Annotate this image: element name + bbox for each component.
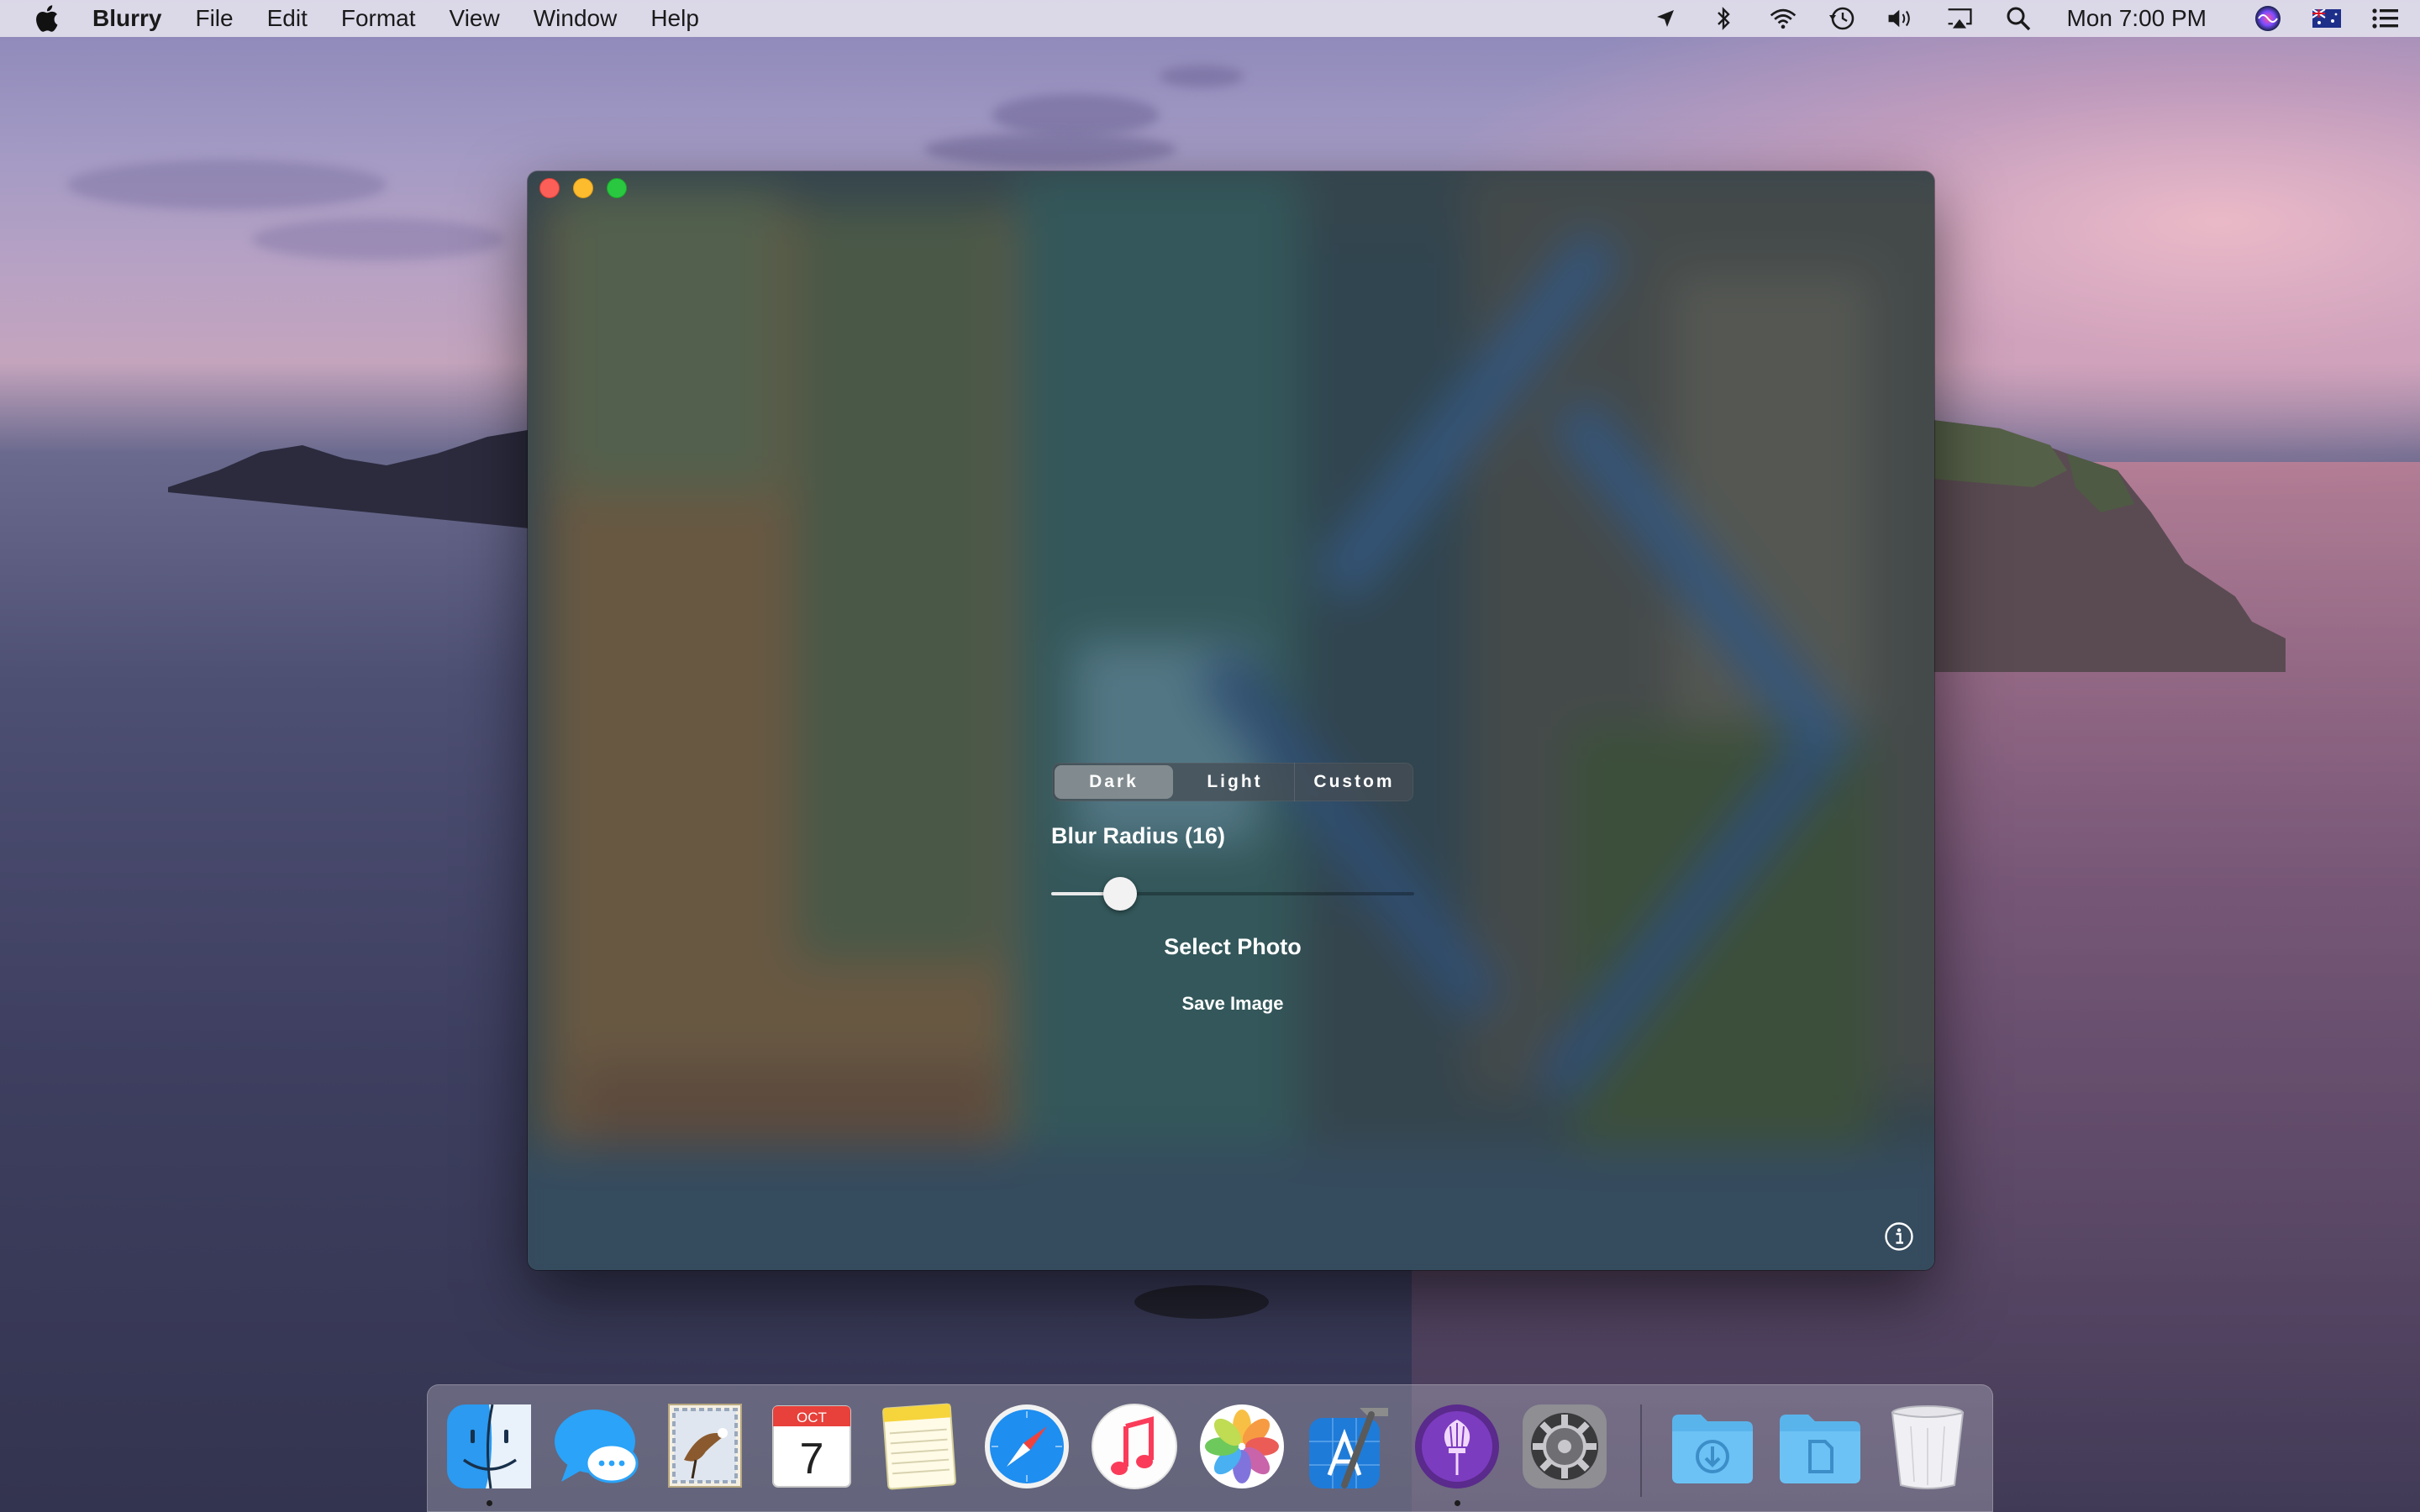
blur-radius-label: Blur Radius (16) (1051, 823, 1226, 848)
running-indicator (487, 1500, 492, 1506)
xcode-icon (1309, 1408, 1388, 1488)
mail-icon (668, 1404, 742, 1488)
dock-item-blurry[interactable] (1412, 1401, 1502, 1506)
svg-text:OCT: OCT (797, 1410, 827, 1425)
blurry-icon (1415, 1404, 1499, 1488)
finder-icon (447, 1404, 531, 1489)
menu-bar: Blurry File Edit Format View Window Help… (0, 0, 2420, 37)
calendar-icon: OCT 7 (772, 1405, 851, 1488)
dock-item-system-preferences[interactable] (1519, 1401, 1610, 1492)
spotlight-icon[interactable] (2004, 4, 2033, 33)
close-button[interactable] (539, 178, 560, 198)
time-machine-icon[interactable] (1828, 4, 1856, 33)
running-indicator (1455, 1500, 1460, 1506)
select-photo-button[interactable]: Select Photo (1052, 934, 1413, 960)
dock-item-music[interactable] (1089, 1401, 1180, 1492)
dock-item-trash[interactable] (1882, 1401, 1973, 1492)
menu-format[interactable]: Format (341, 5, 416, 32)
blurry-window (528, 171, 1934, 1270)
notification-center-icon[interactable] (2371, 4, 2400, 33)
appearance-mode-segmented-control: Dark Light Custom (1052, 763, 1413, 801)
mode-custom-segment[interactable]: Custom (1295, 763, 1413, 801)
status-area: Mon 7:00 PM (1621, 0, 2400, 37)
svg-text:7: 7 (800, 1435, 824, 1483)
documents-folder-icon (1780, 1415, 1860, 1483)
dock-item-notes[interactable] (874, 1401, 965, 1492)
volume-icon[interactable] (1886, 4, 1915, 33)
dock-item-finder[interactable] (444, 1401, 534, 1506)
safari-icon (985, 1404, 1069, 1488)
dock-item-photos[interactable] (1197, 1401, 1287, 1492)
trash-icon (1891, 1405, 1965, 1489)
minimize-button[interactable] (573, 178, 593, 198)
dock: OCT 7 (427, 1384, 1993, 1512)
dock-item-calendar[interactable]: OCT 7 (766, 1401, 857, 1492)
notes-icon (882, 1403, 956, 1490)
airplay-icon[interactable] (1945, 4, 1974, 33)
dock-item-messages[interactable] (551, 1401, 642, 1492)
menu-help[interactable]: Help (650, 5, 699, 32)
music-icon (1092, 1404, 1177, 1489)
menu-clock[interactable]: Mon 7:00 PM (2066, 5, 2207, 32)
dock-item-documents[interactable] (1775, 1401, 1865, 1492)
info-icon[interactable] (1884, 1221, 1914, 1252)
menu-view[interactable]: View (450, 5, 500, 32)
downloads-folder-icon (1672, 1415, 1753, 1483)
menu-window[interactable]: Window (534, 5, 618, 32)
slider-knob[interactable] (1103, 877, 1138, 911)
save-image-button[interactable]: Save Image (1052, 993, 1413, 1015)
right-headland (1933, 420, 2286, 672)
location-icon[interactable] (1651, 4, 1680, 33)
input-source-flag-icon[interactable] (2312, 4, 2341, 33)
dock-item-downloads[interactable] (1667, 1401, 1758, 1492)
messages-icon (555, 1410, 639, 1483)
dock-item-safari[interactable] (981, 1401, 1072, 1492)
left-island (168, 428, 538, 529)
siri-icon[interactable] (2254, 4, 2282, 33)
center-rock (1134, 1285, 1269, 1319)
dock-item-xcode[interactable] (1304, 1401, 1395, 1492)
window-controls (539, 178, 640, 198)
mode-light-segment[interactable]: Light (1176, 763, 1295, 801)
apple-menu-icon[interactable] (34, 4, 59, 33)
mode-dark-segment[interactable]: Dark (1055, 765, 1173, 799)
wifi-icon[interactable] (1769, 4, 1797, 33)
dock-item-mail[interactable] (659, 1401, 750, 1492)
system-preferences-icon (1523, 1404, 1607, 1488)
menu-file[interactable]: File (195, 5, 233, 32)
dock-separator (1640, 1404, 1642, 1497)
menu-app-name[interactable]: Blurry (92, 5, 161, 32)
photos-icon (1200, 1404, 1284, 1488)
blur-radius-slider[interactable] (1051, 877, 1414, 911)
menu-edit[interactable]: Edit (267, 5, 308, 32)
zoom-button[interactable] (607, 178, 627, 198)
bluetooth-icon[interactable] (1710, 4, 1739, 33)
